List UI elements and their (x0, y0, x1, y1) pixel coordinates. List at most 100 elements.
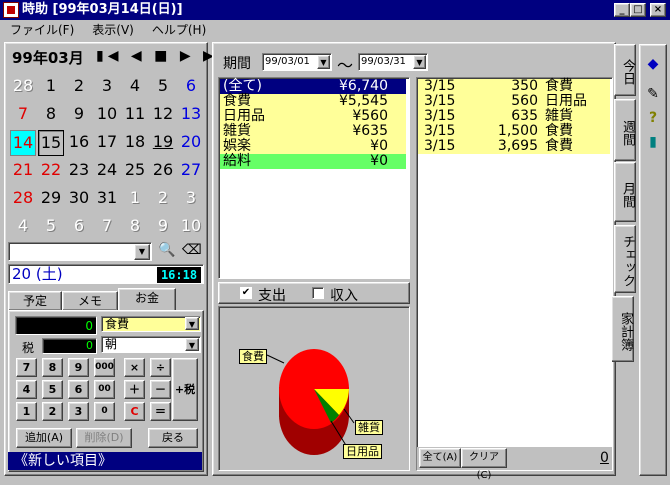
calendar-day[interactable]: 5 (150, 74, 176, 100)
time-select[interactable]: 朝 ▼ (101, 336, 201, 353)
calendar-day[interactable]: 28 (10, 74, 36, 100)
close-button[interactable]: × (650, 3, 666, 17)
chevron-down-icon[interactable]: ▼ (185, 317, 199, 330)
expense-checkbox[interactable]: ✔ (240, 287, 252, 299)
new-item[interactable]: 《新しい項目》 (8, 452, 202, 470)
calendar-day[interactable]: 11 (122, 102, 148, 128)
transaction-row[interactable]: 3/15 635 雑貨 (418, 109, 610, 124)
calendar-nav-buttons[interactable]: ▮◀ ◀ ■ ▶ ▶▮ (96, 48, 230, 64)
calendar-day[interactable]: 9 (66, 102, 92, 128)
keypad-key[interactable]: 00 (94, 380, 115, 399)
keypad-key[interactable]: 000 (94, 358, 115, 377)
calendar-day[interactable]: 20 (178, 130, 204, 156)
tab-memo[interactable]: メモ (62, 291, 118, 311)
category-row[interactable]: 給料 ¥0 (220, 154, 406, 169)
calendar-day[interactable]: 14 (10, 130, 36, 156)
keypad-key[interactable]: ＋ (124, 380, 145, 399)
chevron-down-icon[interactable]: ▼ (185, 338, 199, 351)
category-row[interactable]: 食費 ¥5,545 (220, 94, 406, 109)
keypad-key[interactable]: 3 (68, 402, 89, 421)
calendar-day[interactable]: 13 (178, 102, 204, 128)
chevron-down-icon[interactable]: ▼ (317, 55, 330, 69)
calendar-day[interactable]: 28 (10, 186, 36, 212)
tab-money[interactable]: お金 (118, 288, 176, 311)
calendar-day[interactable]: 8 (122, 214, 148, 240)
calendar-day[interactable]: 21 (10, 158, 36, 184)
calendar-day[interactable]: 25 (122, 158, 148, 184)
tab-month[interactable]: 月間 (614, 162, 636, 222)
eraser-icon[interactable]: ⌫ (182, 242, 202, 262)
keypad-key[interactable]: ÷ (150, 358, 171, 377)
period-from[interactable]: 99/03/01 ▼ (262, 53, 332, 71)
maximize-button[interactable]: □ (630, 3, 646, 17)
tab-week[interactable]: 週間 (614, 99, 636, 161)
calendar-day[interactable]: 10 (178, 214, 204, 240)
keypad-key[interactable]: × (124, 358, 145, 377)
transaction-row[interactable]: 3/15 1,500 食費 (418, 124, 610, 139)
calendar-day[interactable]: 4 (10, 214, 36, 240)
calendar-day[interactable]: 10 (94, 102, 120, 128)
keypad-key[interactable]: ＝ (150, 402, 171, 421)
keypad-key[interactable]: 4 (16, 380, 37, 399)
calendar-day[interactable]: 9 (150, 214, 176, 240)
keypad-key[interactable]: C (124, 402, 145, 421)
calendar-day[interactable]: 6 (66, 214, 92, 240)
calendar-day[interactable]: 3 (94, 74, 120, 100)
calendar-day[interactable]: 7 (94, 214, 120, 240)
category-list[interactable]: (全て) ¥6,740 食費 ¥5,545 日用品 ¥560 雑貨 ¥635 娯楽 ¥0 給料 ¥0 (218, 77, 410, 279)
diamond-icon[interactable]: ◆ (643, 54, 663, 74)
tax-button[interactable]: +税 (172, 358, 198, 421)
calendar-day[interactable]: 19 (150, 130, 176, 156)
calendar-day[interactable]: 5 (38, 214, 64, 240)
period-to[interactable]: 99/03/31 ▼ (358, 53, 428, 71)
transaction-row[interactable]: 3/15 560 日用品 (418, 94, 610, 109)
keypad-key[interactable]: 0 (94, 402, 115, 421)
calendar-nav[interactable]: ▮◀ ◀ ■ ▶ ▶▮ (96, 48, 230, 64)
calendar-day[interactable]: 6 (178, 74, 204, 100)
back-button[interactable]: 戻る (148, 428, 198, 448)
calendar-day[interactable]: 4 (122, 74, 148, 100)
transaction-row[interactable]: 3/15 3,695 食費 (418, 139, 610, 154)
calendar-day[interactable]: 27 (178, 158, 204, 184)
calendar-day[interactable]: 16 (66, 130, 92, 156)
transaction-list[interactable]: 3/15 350 食費 3/15 560 日用品 3/15 635 雑貨 3/15 1,500 食費 3… (416, 77, 613, 471)
tab-schedule[interactable]: 予定 (8, 291, 62, 311)
calendar-day[interactable]: 15 (38, 130, 64, 156)
tab-check[interactable]: チェック (614, 225, 636, 293)
keypad-key[interactable]: 1 (16, 402, 37, 421)
calendar-day[interactable]: 22 (38, 158, 64, 184)
exit-door-icon[interactable]: ▮ (643, 132, 663, 152)
menu-file[interactable]: ファイル(F) (10, 23, 74, 37)
transaction-row[interactable]: 3/15 350 食費 (418, 79, 610, 94)
category-row[interactable]: (全て) ¥6,740 (220, 79, 406, 94)
delete-button[interactable]: 削除(D) (76, 428, 132, 448)
chevron-down-icon[interactable]: ▼ (134, 244, 150, 260)
income-checkbox[interactable] (312, 287, 324, 299)
help-icon[interactable]: ? (643, 108, 663, 128)
minimize-button[interactable]: _ (614, 3, 630, 17)
menu-help[interactable]: ヘルプ(H) (152, 23, 206, 37)
calendar-day[interactable]: 17 (94, 130, 120, 156)
calendar-day[interactable]: 18 (122, 130, 148, 156)
search-combo[interactable]: ▼ (8, 242, 152, 261)
menu-view[interactable]: 表示(V) (92, 23, 134, 37)
category-row[interactable]: 日用品 ¥560 (220, 109, 406, 124)
all-button[interactable]: 全て(A) (419, 448, 461, 468)
calendar-day[interactable]: 12 (150, 102, 176, 128)
keypad-key[interactable]: 9 (68, 358, 89, 377)
keypad-key[interactable]: 2 (42, 402, 63, 421)
category-row[interactable]: 娯楽 ¥0 (220, 139, 406, 154)
calendar-day[interactable]: 3 (178, 186, 204, 212)
calendar-day[interactable]: 29 (38, 186, 64, 212)
clear-button[interactable]: クリア(C) (461, 448, 507, 481)
calendar-day[interactable]: 2 (66, 74, 92, 100)
calendar-day[interactable]: 24 (94, 158, 120, 184)
category-row[interactable]: 雑貨 ¥635 (220, 124, 406, 139)
keypad-key[interactable]: 7 (16, 358, 37, 377)
calendar-day[interactable]: 8 (38, 102, 64, 128)
add-button[interactable]: 追加(A) (16, 428, 72, 448)
chevron-down-icon[interactable]: ▼ (413, 55, 426, 69)
keypad-key[interactable]: 8 (42, 358, 63, 377)
keypad-key[interactable]: 5 (42, 380, 63, 399)
calendar-day[interactable]: 23 (66, 158, 92, 184)
